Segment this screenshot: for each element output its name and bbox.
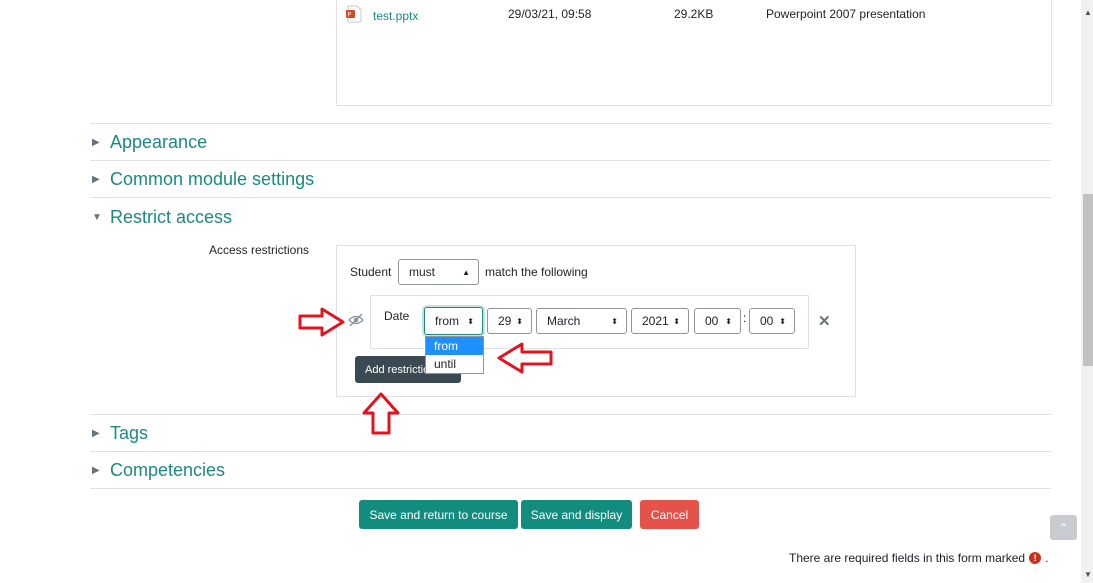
file-date: 29/03/21, 09:58 [508,7,592,21]
select-arrows-icon: ⬍ [611,316,618,326]
select-arrows-icon: ⬍ [467,316,474,326]
section-divider [90,160,1051,161]
minute-select[interactable]: 00 ⬍ [749,308,795,334]
time-separator: : [743,311,747,325]
section-appearance[interactable]: ▶ Appearance [92,132,207,153]
section-common-label: Common module settings [110,169,315,189]
chevron-up-icon: ⌃ [1058,520,1069,535]
section-divider [90,123,1051,124]
minute-select-value: 00 [760,314,774,328]
svg-text:P: P [348,12,352,19]
year-select[interactable]: 2021 ⬍ [631,308,689,334]
required-exclamation-icon: ! [1029,552,1042,564]
caret-right-icon: ▶ [92,137,100,148]
day-select[interactable]: 29 ⬍ [487,308,532,334]
scroll-up-icon[interactable]: ▲ [1084,8,1092,17]
from-until-dropdown: from until [425,336,484,374]
dropdown-option-from[interactable]: from [426,337,483,355]
section-tags-label: Tags [110,423,149,443]
student-label: Student [350,265,392,279]
required-fields-note: There are required fields in this form m… [789,551,1048,565]
hour-select[interactable]: 00 ⬍ [694,308,741,334]
section-divider [90,197,1051,198]
year-select-value: 2021 [642,314,669,328]
must-select-value: must [409,265,436,279]
match-following-label: match the following [485,265,588,279]
file-type: Powerpoint 2007 presentation [766,7,926,21]
required-note-period: . [1045,551,1049,565]
section-competencies[interactable]: ▶ Competencies [92,460,225,481]
annotation-arrow-up-icon [362,392,400,435]
select-arrows-icon: ▲ [462,267,470,277]
back-to-top-button[interactable]: ⌃ [1050,515,1077,540]
save-and-return-button[interactable]: Save and return to course [359,500,518,529]
section-divider [90,414,1051,415]
section-competencies-label: Competencies [110,460,226,480]
caret-down-icon: ▼ [92,212,102,223]
required-note-text: There are required fields in this form m… [789,551,1026,565]
dropdown-option-until[interactable]: until [426,355,483,373]
section-appearance-label: Appearance [110,132,208,152]
from-until-select[interactable]: from ⬍ [424,307,483,335]
caret-right-icon: ▶ [92,465,100,476]
save-and-display-button[interactable]: Save and display [521,500,632,529]
annotation-arrow-right-icon [298,307,345,337]
date-label: Date [384,309,410,323]
caret-right-icon: ▶ [92,174,100,185]
section-divider [90,488,1051,489]
access-restrictions-label: Access restrictions [209,243,310,257]
annotation-arrow-left-icon [497,342,553,374]
scrollbar-thumb[interactable] [1083,194,1093,366]
day-select-value: 29 [498,314,512,328]
delete-restriction-icon[interactable]: ✕ [818,312,831,330]
select-arrows-icon: ⬍ [673,316,680,326]
file-name-link[interactable]: test.pptx [373,9,418,23]
select-arrows-icon: ⬍ [516,316,523,326]
section-restrict-access[interactable]: ▼ Restrict access [92,207,232,228]
select-arrows-icon: ⬍ [725,316,732,326]
month-select-value: March [547,314,581,328]
cancel-button[interactable]: Cancel [640,500,699,529]
scroll-down-icon[interactable]: ▼ [1084,570,1092,579]
eye-slash-icon[interactable] [348,312,364,328]
section-restrict-label: Restrict access [110,207,233,227]
file-size: 29.2KB [674,7,714,21]
section-common-module-settings[interactable]: ▶ Common module settings [92,169,314,190]
caret-right-icon: ▶ [92,428,100,439]
hour-select-value: 00 [705,314,719,328]
section-divider [90,451,1051,452]
select-arrows-icon: ⬍ [779,316,786,326]
must-select[interactable]: must ▲ [398,259,479,285]
powerpoint-file-icon[interactable]: P [346,5,362,23]
from-select-value: from [435,314,459,328]
section-tags[interactable]: ▶ Tags [92,423,148,444]
month-select[interactable]: March ⬍ [536,308,627,334]
